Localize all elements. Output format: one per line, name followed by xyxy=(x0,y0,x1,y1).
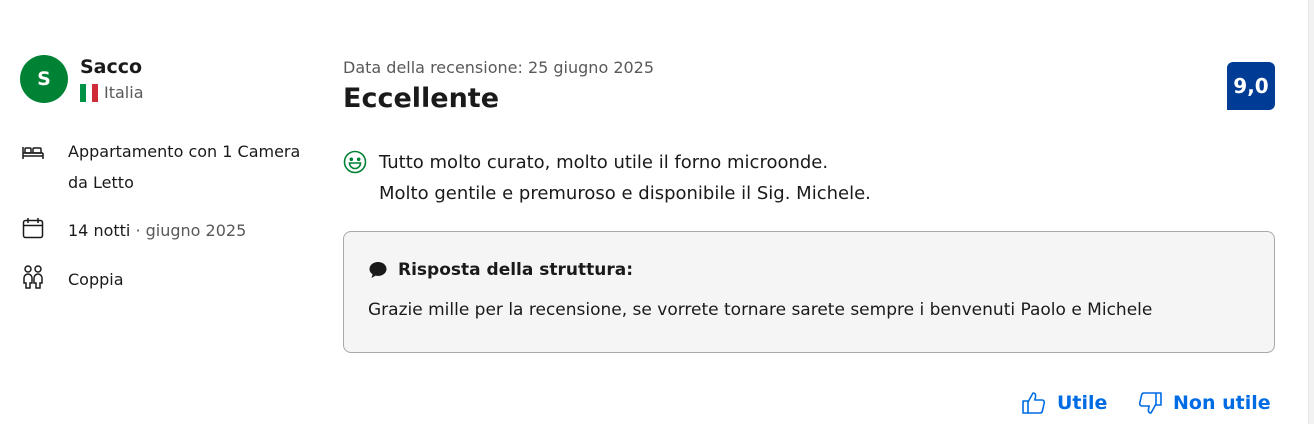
reviewer-card: S Sacco Italia xyxy=(20,55,144,103)
smile-icon xyxy=(343,150,367,174)
stay-month: giugno 2025 xyxy=(145,221,247,240)
positive-text: Tutto molto curato, molto utile il forno… xyxy=(379,147,871,209)
scrollbar-track[interactable] xyxy=(1308,0,1314,424)
review-date: Data della recensione: 25 giugno 2025 xyxy=(343,58,655,77)
helpful-button[interactable]: Utile xyxy=(1021,390,1107,416)
thumbs-down-icon xyxy=(1137,390,1163,416)
response-heading: Risposta della struttura: xyxy=(398,260,634,280)
room-type-row: Appartamento con 1 Camera da Letto xyxy=(20,136,308,198)
reviewer-country: Italia xyxy=(80,83,144,102)
property-response: Risposta della struttura: Grazie mille p… xyxy=(343,231,1275,353)
review-title: Eccellente xyxy=(343,83,500,114)
stay-separator: · xyxy=(130,221,146,240)
positive-comment: Tutto molto curato, molto utile il forno… xyxy=(343,148,871,209)
stay-duration: 14 notti · giugno 2025 xyxy=(68,215,246,246)
positive-line-2: Molto gentile e premuroso e disponibile … xyxy=(379,183,871,204)
reviewer-name: Sacco xyxy=(80,56,143,78)
italy-flag-icon xyxy=(80,83,98,102)
not-helpful-button[interactable]: Non utile xyxy=(1137,390,1271,416)
helpful-label: Utile xyxy=(1057,392,1108,414)
reviewer-info: Sacco Italia xyxy=(80,55,144,102)
chat-bubble-icon xyxy=(368,260,388,280)
calendar-icon xyxy=(20,215,46,241)
country-label: Italia xyxy=(104,83,144,102)
not-helpful-label: Non utile xyxy=(1173,392,1271,414)
nights-label: 14 notti xyxy=(68,221,131,240)
thumbs-up-icon xyxy=(1021,390,1047,416)
room-type-label: Appartamento con 1 Camera da Letto xyxy=(68,142,301,192)
score-badge: 9,0 xyxy=(1227,62,1275,110)
avatar: S xyxy=(20,55,68,103)
positive-line-1: Tutto molto curato, molto utile il forno… xyxy=(379,152,829,173)
couple-icon xyxy=(20,264,46,290)
response-header: Risposta della struttura: xyxy=(368,260,1250,280)
traveler-type-row: Coppia xyxy=(20,264,124,295)
response-text: Grazie mille per la recensione, se vorre… xyxy=(368,300,1153,320)
traveler-type-label: Coppia xyxy=(68,270,124,289)
bed-icon xyxy=(20,138,46,164)
stay-duration-row: 14 notti · giugno 2025 xyxy=(20,215,246,246)
